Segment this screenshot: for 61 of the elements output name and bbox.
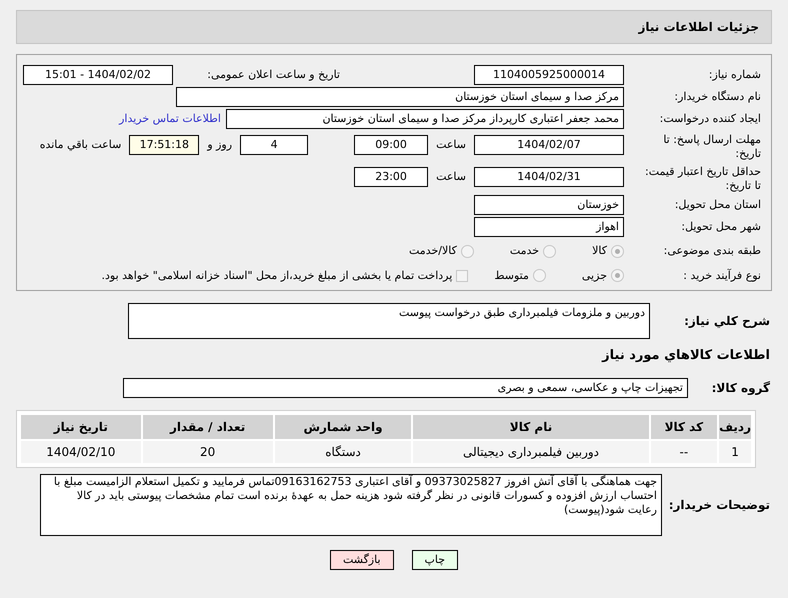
table-cell: دستگاه [274, 440, 412, 462]
field-label: تاریخ و ساعت اعلان عمومی: [206, 68, 340, 82]
field-label: شرح کلي نياز: [683, 314, 770, 328]
field-label: توضیحات خریدار: [670, 498, 770, 512]
field-label: طبقه بندی موضوعی: [662, 244, 761, 258]
column-header: تعداد / مقدار [142, 414, 273, 438]
validity-date-field[interactable]: 1404/02/31 [474, 167, 624, 187]
field-label: ساعت باقي مانده [40, 136, 122, 153]
validity-time-field[interactable]: 23:00 [354, 167, 428, 187]
buyer-notes-field[interactable]: جهت هماهنگی با آقای آتش افروز 09373025827 و آقای اعتباری 09163162753تماس فرمایید و تکمیل استعلام الزامیست مبلغ با احتساب ارزش افزوده و کسورات قانونی در نظر گرفته شود هزینه حمل به عهدهٔ برنده است تمام مشخصات پیوستی باید در کالا رعایت شود(پیوست) [40, 474, 662, 536]
description-field[interactable]: دوربین و ملزومات فیلمبرداری طبق درخواست پیوست [128, 303, 650, 339]
radio-label: کالا/خدمت [409, 243, 457, 259]
creator-field[interactable]: محمد جعفر اعتباری کارپرداز مرکز صدا و سیمای استان خوزستان [226, 109, 624, 129]
radio-button[interactable] [543, 244, 556, 258]
radio-button[interactable] [460, 244, 474, 258]
back-button[interactable]: بازگشت [330, 550, 394, 570]
table-cell: -- [650, 440, 718, 462]
column-header: تاریخ نیاز [21, 414, 141, 438]
field-label: نوع فرآیند خرید : [682, 268, 761, 283]
print-button[interactable]: چاپ [412, 550, 458, 570]
radio-button[interactable] [611, 269, 624, 282]
radio-label: متوسط [494, 268, 529, 284]
column-header: واحد شمارش [274, 414, 412, 438]
field-label: شهر محل تحویل: [680, 220, 761, 234]
buyer-contact-link[interactable]: اطلاعات تماس خریدار [119, 110, 221, 128]
column-header: رديف [719, 414, 751, 438]
table-cell: 1 [719, 440, 751, 462]
checkbox[interactable] [456, 270, 468, 282]
deadline-date-field[interactable]: 1404/02/07 [474, 135, 624, 155]
radio-button[interactable] [532, 269, 546, 282]
need-number-field[interactable]: 1104005925000014 [474, 65, 624, 85]
field-label: روز و [207, 136, 232, 153]
section-title: اطلاعات کالاهاي مورد نياز [600, 347, 771, 365]
radio-label: کالا [592, 243, 607, 259]
field-label: ایجاد کننده درخواست: [658, 112, 761, 126]
radio-label: جزیی [582, 268, 607, 284]
radio-button[interactable] [611, 244, 624, 258]
payment-note: پرداخت تمام یا بخشی از مبلغ خرید،از محل "اسناد خزانه اسلامی" خواهد بود. [102, 268, 452, 284]
field-label: حداقل تاریخ اعتبار قیمت: تا تاریخ: [644, 165, 761, 193]
radio-label: خدمت [510, 243, 540, 259]
field-label: گروه کالا: [710, 380, 770, 394]
city-field[interactable]: اهواز [474, 217, 624, 237]
days-field[interactable]: 4 [240, 135, 308, 155]
page-title: جزئیات اطلاعات نیاز [638, 19, 759, 36]
remaining-time-field[interactable]: 17:51:18 [129, 135, 200, 155]
table-cell: 1404/02/10 [21, 440, 141, 462]
column-header: نام کالا [413, 414, 649, 438]
goods-group-field[interactable]: تجهیزات چاپ و عکاسی، سمعی و بصری [123, 378, 688, 398]
table-cell: دوربین فیلمبرداری دیجیتالی [413, 440, 649, 462]
field-label: نام دستگاه خریدار: [673, 90, 761, 104]
field-label: شماره نیاز: [708, 68, 761, 82]
field-label: ساعت [436, 136, 466, 153]
field-label: ساعت [436, 168, 466, 185]
announce-date-field[interactable]: 1404/02/02 - 15:01 [23, 65, 173, 85]
buyer-org-field[interactable]: مرکز صدا و سیمای استان خوزستان [176, 87, 624, 107]
table-cell: 20 [142, 440, 273, 462]
deadline-time-field[interactable]: 09:00 [354, 135, 428, 155]
field-label: مهلت ارسال پاسخ: تا تاریخ: [662, 133, 761, 161]
field-label: استان محل تحویل: [674, 198, 761, 212]
province-field[interactable]: خوزستان [474, 195, 624, 215]
column-header: کد کالا [650, 414, 718, 438]
